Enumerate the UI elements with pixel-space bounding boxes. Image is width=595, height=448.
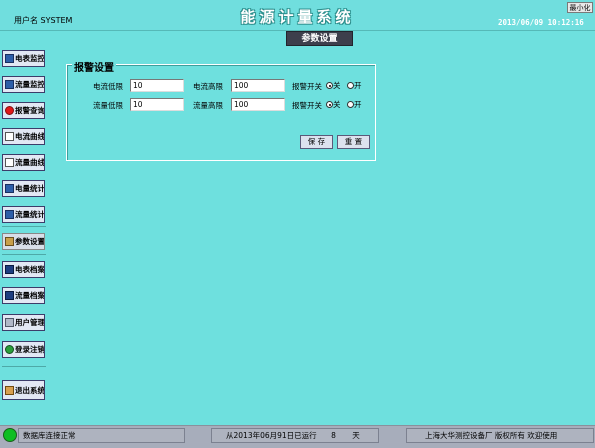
- sidebar-item-label: 电流曲线: [15, 132, 45, 141]
- current-low-input[interactable]: [130, 79, 184, 92]
- sidebar-item-label: 电量统计: [15, 184, 45, 193]
- exit-icon: [5, 385, 14, 395]
- sidebar-item-label: 电表档案: [15, 265, 45, 274]
- sidebar-item-flow-stats[interactable]: 流量统计: [2, 206, 45, 223]
- uptime-days: 8: [331, 431, 336, 440]
- power-stats-icon: [5, 184, 14, 193]
- sidebar-item-meter-monitor[interactable]: 电表监控: [2, 50, 45, 67]
- user-label: 用户名 SYSTEM: [14, 16, 73, 25]
- sidebar-item-logout[interactable]: 登录注销: [2, 341, 45, 358]
- sidebar-item-label: 退出系统: [15, 385, 45, 395]
- sidebar-item-label: 用户管理: [15, 318, 45, 327]
- copyright-text: 上海大华测控设备厂 版权所有 欢迎使用: [425, 431, 558, 440]
- on-label: 开: [354, 81, 362, 90]
- uptime-panel: 从2013年06月91日已运行 8 天: [211, 428, 379, 443]
- reset-button[interactable]: 重 置: [337, 135, 370, 149]
- uptime-text: 从2013年06月91日已运行: [226, 431, 317, 440]
- sidebar-item-label: 登录注销: [15, 345, 45, 354]
- alarm-icon: [5, 106, 14, 115]
- sidebar-item-current-curve[interactable]: 电流曲线: [2, 128, 45, 145]
- off-label: 关: [333, 100, 341, 109]
- sidebar-item-label: 流量监控: [15, 80, 45, 89]
- radio-unselected-icon: [347, 82, 354, 89]
- sidebar-item-alarm-query[interactable]: 报警查询: [2, 102, 45, 119]
- sidebar-item-flow-curve[interactable]: 流量曲线: [2, 154, 45, 171]
- off-label: 关: [333, 81, 341, 90]
- sidebar-item-flow-monitor[interactable]: 流量监控: [2, 76, 45, 93]
- current-high-label: 电流高限: [193, 82, 223, 91]
- sidebar-item-label: 流量档案: [15, 291, 45, 300]
- alarm-switch-current-off[interactable]: 关: [326, 80, 341, 91]
- minimize-button[interactable]: 最小化: [567, 2, 593, 13]
- page-title: 参数设置: [286, 31, 353, 46]
- flow-low-label: 流量低限: [93, 101, 123, 110]
- flow-high-label: 流量高限: [193, 101, 223, 110]
- sidebar-item-user-manage[interactable]: 用户管理: [2, 314, 45, 331]
- alarm-switch-label: 报警开关: [292, 82, 322, 91]
- sidebar-item-label: 报警查询: [15, 106, 45, 115]
- sidebar-item-settings[interactable]: 参数设置: [2, 233, 45, 250]
- radio-unselected-icon: [347, 101, 354, 108]
- sidebar-item-label: 流量统计: [15, 210, 45, 219]
- datetime: 2013/06/09 10:12:16: [498, 18, 584, 27]
- save-button[interactable]: 保 存: [300, 135, 333, 149]
- current-high-input[interactable]: [231, 79, 285, 92]
- user-manage-icon: [5, 318, 14, 327]
- sidebar-item-label: 电表监控: [15, 54, 45, 63]
- alarm-switch-current-on[interactable]: 开: [347, 80, 362, 91]
- sidebar-item-label: 参数设置: [15, 237, 45, 246]
- on-label: 开: [354, 100, 362, 109]
- flow-high-input[interactable]: [231, 98, 285, 111]
- sidebar-item-label: 流量曲线: [15, 158, 45, 167]
- current-curve-icon: [5, 132, 14, 141]
- meter-archive-icon: [5, 265, 14, 274]
- sidebar-divider: [2, 254, 46, 255]
- flow-low-input[interactable]: [130, 98, 184, 111]
- settings-icon: [5, 237, 14, 246]
- sidebar-item-meter-archive[interactable]: 电表档案: [2, 261, 45, 278]
- flow-archive-icon: [5, 291, 14, 300]
- uptime-unit: 天: [352, 431, 360, 440]
- alarm-switch-flow-on[interactable]: 开: [347, 99, 362, 110]
- sidebar-item-exit[interactable]: 退出系统: [2, 380, 45, 400]
- copyright-panel: 上海大华测控设备厂 版权所有 欢迎使用: [406, 428, 594, 443]
- flow-monitor-icon: [5, 80, 14, 89]
- radio-selected-icon: [326, 82, 333, 89]
- current-low-label: 电流低限: [93, 82, 123, 91]
- db-status-panel: 数据库连接正常: [18, 428, 185, 443]
- sidebar-divider: [2, 366, 46, 367]
- sidebar-divider: [2, 226, 46, 227]
- flow-curve-icon: [5, 158, 14, 167]
- db-status-text: 数据库连接正常: [23, 431, 76, 440]
- connection-status-icon: [3, 428, 17, 442]
- alarm-settings-title: 报警设置: [72, 59, 116, 74]
- alarm-switch-flow-off[interactable]: 关: [326, 99, 341, 110]
- alarm-switch-label: 报警开关: [292, 101, 322, 110]
- radio-selected-icon: [326, 101, 333, 108]
- logout-icon: [5, 345, 14, 354]
- sidebar-item-flow-archive[interactable]: 流量档案: [2, 287, 45, 304]
- meter-monitor-icon: [5, 54, 14, 63]
- flow-stats-icon: [5, 210, 14, 219]
- sidebar-item-power-stats[interactable]: 电量统计: [2, 180, 45, 197]
